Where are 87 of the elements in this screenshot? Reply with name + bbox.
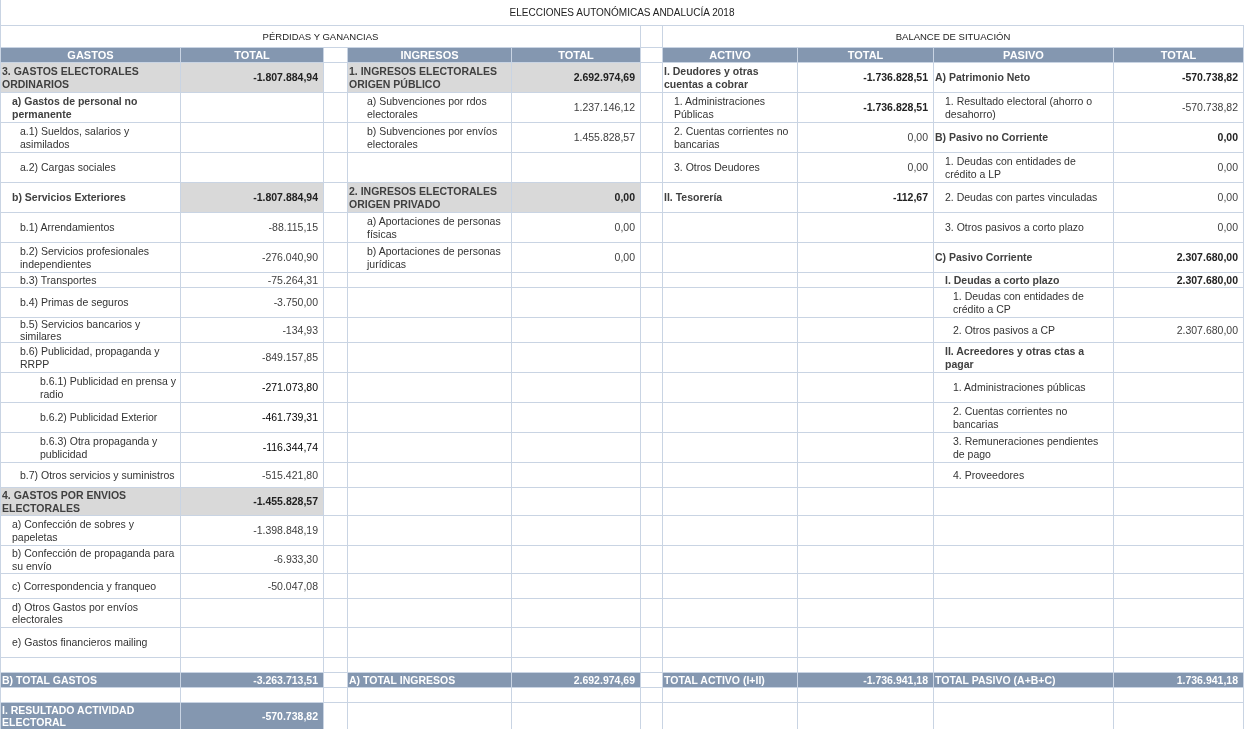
- row-label: 4. GASTOS POR ENVIOS ELECTORALES: [0, 487, 180, 515]
- row-label: 2. Deudas con partes vinculadas: [944, 190, 1099, 206]
- amount: -1.736.828,51: [862, 70, 929, 86]
- row-label: I. Deudas a corto plazo: [944, 272, 1061, 287]
- row-label: II. Tesorería: [663, 190, 724, 206]
- row-label: 3. Otros pasivos a corto plazo: [944, 220, 1085, 236]
- amount: -570.738,82: [1180, 100, 1239, 116]
- row-label: b.6.3) Otra propaganda y publicidad: [39, 434, 159, 462]
- row-label: b.3) Transportes: [19, 272, 98, 287]
- amount: 2.307.680,00: [1175, 250, 1239, 266]
- row-label: 1. Deudas con entidades de crédito a LP: [944, 154, 1077, 182]
- amount: 1.455.828,57: [572, 130, 636, 146]
- row-label: 1. Resultado electoral (ahorro o desahorro): [944, 94, 1094, 122]
- amount: -271.073,80: [260, 380, 319, 396]
- amount: -276.040,90: [260, 250, 319, 266]
- amount: 1.237.146,12: [572, 100, 636, 116]
- row-label: 2. INGRESOS ELECTORALES ORIGEN PRIVADO: [347, 182, 511, 212]
- row-label: 1. Administraciones Públicas: [673, 94, 767, 122]
- row-label: b) Servicios Exteriores: [11, 190, 127, 206]
- row-label: b) Subvenciones por envíos electorales: [366, 124, 499, 152]
- row-label: a) Gastos de personal no permanente: [11, 94, 139, 122]
- amount: 0,00: [1216, 220, 1239, 236]
- row-label: 1. Deudas con entidades de crédito a CP: [952, 289, 1085, 317]
- row-label: b.7) Otros servicios y suministros: [19, 467, 176, 483]
- row-label: a) Subvenciones por rdos electorales: [366, 94, 488, 122]
- amount: 0,00: [1216, 130, 1239, 146]
- amount: -1.455.828,57: [180, 487, 323, 515]
- amount: -75.264,31: [266, 272, 319, 287]
- row-label: 4. Proveedores: [952, 467, 1026, 483]
- amount: -50.047,08: [266, 578, 319, 594]
- amount: -6.933,30: [272, 552, 319, 568]
- amount: 0,00: [906, 160, 929, 176]
- row-label: I. Deudores y otras cuentas a cobrar: [663, 64, 760, 92]
- amount: -570.738,82: [1180, 70, 1239, 86]
- sheet-title: ELECCIONES AUTONÓMICAS ANDALUCÍA 2018: [508, 5, 736, 20]
- row-label: b) Aportaciones de personas jurídicas: [365, 244, 502, 272]
- amount: 2.307.680,00: [1175, 272, 1239, 287]
- amount: -461.739,31: [260, 410, 319, 426]
- row-label: b.2) Servicios profesionales independientes: [19, 244, 150, 272]
- amount: 0,00: [613, 250, 636, 266]
- row-label: 3. GASTOS ELECTORALES ORDINARIOS: [0, 62, 180, 92]
- amount: 0,00: [511, 182, 640, 212]
- row-label: b.1) Arrendamientos: [19, 220, 116, 236]
- row-label: b.6.2) Publicidad Exterior: [39, 410, 159, 426]
- row-label: 2. Cuentas corrientes no bancarias: [673, 124, 790, 152]
- section-title: BALANCE DE SITUACIÓN: [894, 29, 1012, 44]
- row-label: I. RESULTADO ACTIVIDAD ELECTORAL: [0, 702, 180, 729]
- amount: 2.307.680,00: [1175, 322, 1239, 338]
- row-label: a.1) Sueldos, salarios y asimilados: [19, 124, 131, 152]
- row-label: e) Gastos financieros mailing: [11, 635, 149, 651]
- amount: 0,00: [1216, 160, 1239, 176]
- row-label: a.2) Cargas sociales: [19, 160, 117, 176]
- section-title: PÉRDIDAS Y GANANCIAS: [261, 29, 380, 44]
- row-label: c) Correspondencia y franqueo: [11, 578, 158, 594]
- row-label: a) Aportaciones de personas físicas: [366, 214, 502, 242]
- amount: -1.807.884,94: [180, 62, 323, 92]
- row-label: C) Pasivo Corriente: [934, 250, 1034, 266]
- amount: 0,00: [1216, 190, 1239, 206]
- amount: -88.115,15: [267, 220, 319, 236]
- row-label: 2. Otros pasivos a CP: [952, 322, 1057, 338]
- amount: 2.692.974,69: [511, 62, 640, 92]
- amount: -1.807.884,94: [180, 182, 323, 212]
- amount: -116.344,74: [261, 440, 319, 456]
- amount: -3.750,00: [272, 295, 319, 311]
- row-label: II. Acreedores y otras ctas a pagar: [944, 344, 1086, 372]
- row-label: d) Otros Gastos por envíos electorales: [11, 599, 140, 627]
- amount: -134,93: [281, 322, 319, 338]
- amount: -112,67: [891, 190, 929, 206]
- row-label: B) Pasivo no Corriente: [934, 130, 1050, 146]
- row-label: 1. INGRESOS ELECTORALES ORIGEN PÚBLICO: [347, 62, 511, 92]
- amount: 0,00: [906, 130, 929, 146]
- amount: 0,00: [613, 220, 636, 236]
- amount: -849.157,85: [260, 350, 319, 366]
- row-label: A) Patrimonio Neto: [934, 70, 1032, 86]
- amount: -515.421,80: [260, 467, 319, 483]
- amount: -1.736.828,51: [862, 100, 929, 116]
- row-label: 3. Remuneraciones pendientes de pago: [952, 434, 1100, 462]
- row-label: b.4) Primas de seguros: [19, 295, 130, 311]
- row-label: a) Confección de sobres y papeletas: [11, 517, 135, 545]
- amount: -570.738,82: [180, 702, 323, 729]
- row-label: 2. Cuentas corrientes no bancarias: [952, 404, 1069, 432]
- row-label: 1. Administraciones públicas: [952, 380, 1087, 396]
- row-label: 3. Otros Deudores: [673, 160, 761, 176]
- row-label: b.6) Publicidad, propaganda y RRPP: [19, 344, 161, 372]
- amount: -1.398.848,19: [252, 523, 319, 539]
- row-label: b.6.1) Publicidad en prensa y radio: [39, 374, 177, 402]
- row-label: b) Confección de propaganda para su envío: [11, 546, 176, 573]
